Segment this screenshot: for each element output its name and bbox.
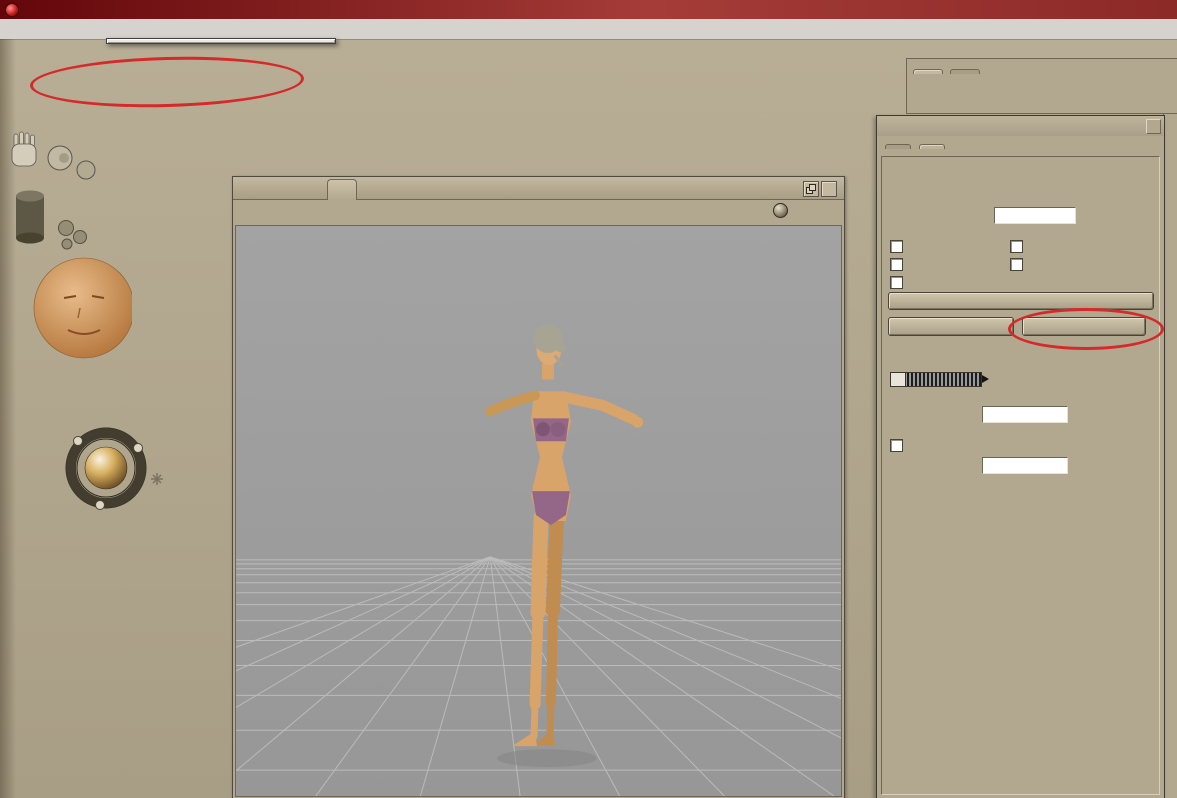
- pan-hand-icon: [11, 131, 37, 167]
- checkbox-box[interactable]: [890, 258, 903, 271]
- checkbox-schatten[interactable]: [890, 258, 908, 271]
- checkbox-box[interactable]: [890, 240, 903, 253]
- light-ball: [84, 446, 128, 490]
- tab-rendering[interactable]: [327, 179, 357, 200]
- document-header: [233, 199, 844, 225]
- collision-apply-button[interactable]: [888, 292, 1154, 310]
- crease-input[interactable]: [982, 457, 1068, 474]
- shading-input[interactable]: [982, 406, 1068, 423]
- light-knob: [73, 436, 83, 446]
- tab-parameter[interactable]: [885, 144, 911, 149]
- tab-sammlungen[interactable]: [950, 69, 981, 74]
- light-control[interactable]: [52, 424, 167, 521]
- checkbox-box[interactable]: [1010, 240, 1023, 253]
- head-camera-icon: [76, 160, 96, 180]
- checkbox-box[interactable]: [890, 439, 903, 452]
- checkbox-box[interactable]: [1010, 258, 1023, 271]
- morph-targets-button[interactable]: [888, 317, 1014, 336]
- close-icon[interactable]: [821, 181, 837, 197]
- runtime-selector[interactable]: [985, 89, 991, 105]
- library-panel: [906, 58, 1177, 114]
- tab-kategorien[interactable]: [913, 69, 943, 74]
- tab-eigenschaften[interactable]: [919, 144, 946, 149]
- document-titlebar[interactable]: [233, 177, 844, 200]
- current-object-dropdown[interactable]: [341, 204, 345, 220]
- ansicht-section-header[interactable]: [26, 86, 30, 102]
- checkbox-kollision[interactable]: [890, 276, 908, 289]
- figure-shadow: [497, 749, 597, 768]
- displacement-dial[interactable]: [890, 372, 989, 387]
- choose-parent-button[interactable]: [1022, 317, 1146, 336]
- close-icon[interactable]: [1146, 119, 1161, 134]
- properties-palette: [876, 115, 1165, 798]
- preview-viewport[interactable]: [235, 225, 842, 797]
- checkbox-ursprung[interactable]: [1010, 258, 1028, 271]
- library-edge-strip: [1163, 112, 1177, 798]
- light-knob: [133, 443, 143, 453]
- figur-menu: [106, 38, 336, 44]
- palette-tabs: [881, 136, 1160, 156]
- checkbox-sichtbar[interactable]: [890, 240, 919, 253]
- document-window: [232, 176, 845, 798]
- checkbox-raytracing[interactable]: [1010, 240, 1028, 253]
- arbeitsflaeche-section-header[interactable]: [48, 560, 52, 576]
- lichtregler-section-header[interactable]: [30, 402, 34, 418]
- name-input[interactable]: [994, 207, 1076, 224]
- trackball-icon[interactable]: [773, 203, 788, 218]
- library-tabs: [913, 61, 983, 79]
- trackball-spheres-icon: [58, 220, 87, 250]
- menubar[interactable]: [0, 19, 1177, 40]
- sun-icon: [151, 473, 163, 485]
- camera-controls[interactable]: [4, 130, 135, 370]
- palette-header[interactable]: [877, 116, 1164, 136]
- cascade-windows-icon[interactable]: [803, 181, 819, 197]
- annotation-ellipse-menu-items: [29, 53, 305, 111]
- roll-cylinder-icon: [16, 190, 44, 244]
- view-control-icons: [773, 203, 830, 218]
- poser-application: [0, 0, 1177, 798]
- checkbox-polygone[interactable]: [890, 439, 908, 452]
- app-icon: [5, 2, 19, 17]
- light-knob: [95, 500, 105, 510]
- palette-body: [881, 156, 1160, 795]
- checkbox-box[interactable]: [890, 276, 903, 289]
- window-titlebar[interactable]: [0, 0, 1177, 19]
- face-camera-ball-icon: [33, 257, 135, 359]
